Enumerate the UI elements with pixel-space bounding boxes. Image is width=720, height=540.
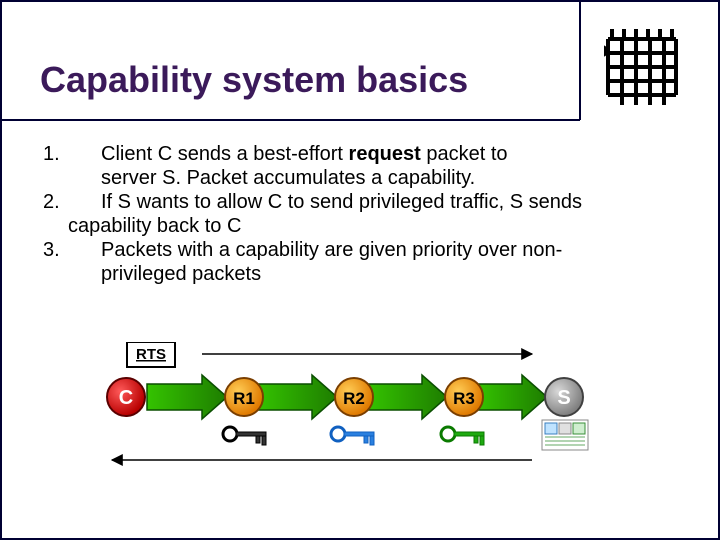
network-diagram: RTS C R1 R2 (102, 342, 602, 482)
title-divider-horizontal (2, 119, 580, 121)
key-icon-green (441, 427, 484, 445)
node-s-label: S (557, 387, 570, 409)
slide-title: Capability system basics (40, 59, 468, 101)
slide: Capability system basics (0, 0, 720, 540)
point-3-text-a: Packets with a capability are given prio… (101, 239, 562, 261)
point-2-text-a: If S wants to allow C to send privileged… (101, 191, 582, 213)
point-2-number: 2. (43, 190, 101, 214)
forward-arrow-3 (367, 375, 447, 419)
point-1-text-b: packet to (421, 143, 508, 165)
point-2-line1: 2.If S wants to allow C to send privileg… (43, 190, 683, 214)
node-r2-label: R2 (343, 389, 365, 408)
node-r3-label: R3 (453, 389, 475, 408)
point-3-number: 3. (43, 238, 101, 262)
point-1-text-a: Client C sends a best-effort (101, 143, 349, 165)
node-r1-label: R1 (233, 389, 255, 408)
point-2-line2: capability back to C (43, 214, 683, 238)
point-3-line2: privileged packets (43, 262, 683, 286)
portcullis-icon (604, 27, 678, 107)
forward-arrow-4 (477, 375, 547, 419)
point-3-line1: 3.Packets with a capability are given pr… (43, 238, 683, 262)
point-1-number: 1. (43, 142, 101, 166)
rts-label: RTS (136, 346, 166, 363)
node-c-label: C (119, 387, 133, 409)
title-divider-vertical (579, 2, 581, 120)
point-1-request: request (349, 143, 421, 165)
forward-arrow-2 (257, 375, 337, 419)
body-text: 1.Client C sends a best-effort request p… (43, 142, 683, 286)
capability-card-icon (542, 420, 588, 450)
point-1-line2: server S. Packet accumulates a capabilit… (43, 166, 683, 190)
point-1-line1: 1.Client C sends a best-effort request p… (43, 142, 683, 166)
forward-arrow-1 (147, 375, 227, 419)
key-icon-blue (331, 427, 374, 445)
key-icon-black (223, 427, 266, 445)
